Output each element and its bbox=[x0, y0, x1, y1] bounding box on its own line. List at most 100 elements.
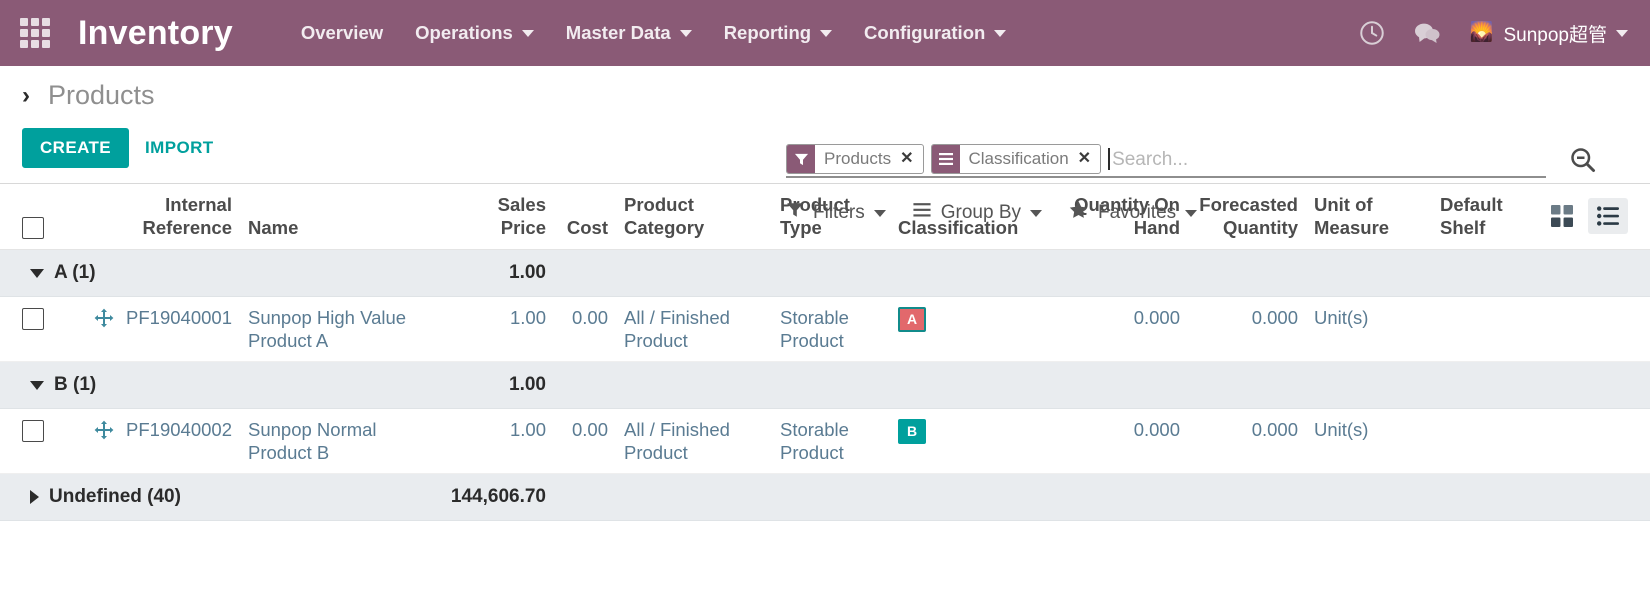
group-cell-classification bbox=[890, 473, 1060, 521]
clock-icon[interactable] bbox=[1358, 19, 1386, 47]
table-row[interactable]: PF19040001 Sunpop High Value Product A 1.0… bbox=[0, 296, 1650, 363]
group-label: B (1) bbox=[54, 374, 97, 396]
group-cell-product-category bbox=[616, 361, 772, 409]
column-header-line2: Category bbox=[624, 216, 705, 238]
cell-product-type[interactable]: Storable Product bbox=[772, 296, 890, 363]
user-name: Sunpop超管 bbox=[1503, 24, 1607, 46]
cell-cost[interactable]: 0.00 bbox=[554, 408, 616, 475]
cell-cost[interactable]: 0.00 bbox=[554, 296, 616, 363]
cell-classification[interactable]: A bbox=[890, 296, 1060, 363]
column-header-line1: Unit of bbox=[1314, 194, 1373, 215]
cell-forecasted-quantity[interactable]: 0.000 bbox=[1188, 408, 1306, 475]
row-select-cell[interactable] bbox=[0, 408, 54, 475]
select-all-checkbox[interactable] bbox=[22, 217, 44, 240]
cell-quantity-on-hand[interactable]: 0.000 bbox=[1060, 408, 1188, 475]
group-header-cell[interactable]: Undefined (40) bbox=[0, 473, 436, 521]
internal-reference-value: PF19040001 bbox=[126, 306, 232, 328]
cell-name[interactable]: Sunpop Normal Product B bbox=[240, 408, 436, 475]
cell-default-shelf[interactable] bbox=[1432, 408, 1650, 475]
group-toggle[interactable]: Undefined (40) bbox=[8, 485, 428, 509]
row-checkbox[interactable] bbox=[22, 307, 44, 330]
list-view-icon[interactable] bbox=[1588, 198, 1628, 234]
group-toggle[interactable]: A (1) bbox=[8, 261, 428, 285]
column-header-line1: Internal bbox=[165, 194, 232, 215]
import-button[interactable]: IMPORT bbox=[129, 128, 230, 168]
main-menu: Overview Operations Master Data Reportin… bbox=[285, 14, 1022, 52]
column-header-internal-reference[interactable]: Internal Reference bbox=[54, 184, 240, 251]
group-cell-unit-of-measure bbox=[1306, 361, 1432, 409]
cell-sales-price[interactable]: 1.00 bbox=[436, 408, 554, 475]
cell-internal-reference[interactable]: PF19040002 bbox=[54, 408, 240, 475]
group-header-cell[interactable]: A (1) bbox=[0, 249, 436, 297]
group-label: Undefined (40) bbox=[49, 486, 181, 508]
chevron-right-icon[interactable]: › bbox=[22, 83, 30, 108]
cell-product-category[interactable]: All / Finished Product bbox=[616, 408, 772, 475]
column-header-sales-price[interactable]: Sales Price bbox=[436, 184, 554, 251]
group-by-menu[interactable]: Group By bbox=[912, 202, 1042, 224]
filter-funnel-icon bbox=[786, 201, 804, 225]
view-switcher bbox=[1542, 198, 1628, 234]
menu-item-label: Overview bbox=[300, 22, 384, 43]
menu-item-configuration[interactable]: Configuration bbox=[848, 14, 1022, 52]
group-cell-product-category bbox=[616, 473, 772, 521]
avatar: 🌄 bbox=[1469, 22, 1494, 43]
group-header-row[interactable]: B (1) 1.00 bbox=[0, 361, 1650, 409]
group-header-row[interactable]: A (1) 1.00 bbox=[0, 249, 1650, 297]
group-header-row[interactable]: Undefined (40) 144,606.70 bbox=[0, 473, 1650, 521]
cell-unit-of-measure[interactable]: Unit(s) bbox=[1306, 408, 1432, 475]
cell-product-type[interactable]: Storable Product bbox=[772, 408, 890, 475]
search-minus-icon[interactable] bbox=[1568, 144, 1598, 176]
table-row[interactable]: PF19040002 Sunpop Normal Product B 1.00 0.0… bbox=[0, 408, 1650, 475]
drag-handle-icon[interactable] bbox=[94, 418, 114, 445]
search-box[interactable]: Products ✕ Classification ✕ bbox=[786, 144, 1595, 178]
column-header-name[interactable]: Name bbox=[240, 184, 436, 251]
column-header-product-category[interactable]: Product Category bbox=[616, 184, 772, 251]
close-icon[interactable]: ✕ bbox=[1078, 151, 1091, 167]
favorites-menu[interactable]: Favorites bbox=[1068, 200, 1198, 226]
column-header-line2: Cost bbox=[566, 216, 608, 238]
cell-quantity-on-hand[interactable]: 0.000 bbox=[1060, 296, 1188, 363]
drag-handle-icon[interactable] bbox=[94, 306, 114, 333]
cell-sales-price[interactable]: 1.00 bbox=[436, 296, 554, 363]
menu-item-overview[interactable]: Overview bbox=[285, 14, 399, 52]
menu-item-operations[interactable]: Operations bbox=[399, 14, 550, 52]
apps-grid-icon[interactable] bbox=[18, 16, 52, 50]
column-header-line2: Reference bbox=[142, 216, 232, 238]
chevron-down-icon bbox=[820, 29, 833, 37]
kanban-grid-icon[interactable] bbox=[1542, 198, 1582, 234]
cell-name[interactable]: Sunpop High Value Product A bbox=[240, 296, 436, 363]
cell-internal-reference[interactable]: PF19040001 bbox=[54, 296, 240, 363]
menu-item-master-data[interactable]: Master Data bbox=[550, 14, 708, 52]
create-button[interactable]: CREATE bbox=[22, 128, 130, 168]
cell-classification[interactable]: B bbox=[890, 408, 1060, 475]
cell-forecasted-quantity[interactable]: 0.000 bbox=[1188, 296, 1306, 363]
row-checkbox[interactable] bbox=[22, 419, 44, 442]
chevron-down-icon bbox=[1030, 209, 1042, 217]
group-toggle[interactable]: B (1) bbox=[8, 373, 428, 397]
filters-menu[interactable]: Filters bbox=[786, 201, 886, 225]
column-header-unit-of-measure[interactable]: Unit of Measure bbox=[1306, 184, 1432, 251]
app-brand-title[interactable]: Inventory bbox=[78, 14, 233, 53]
user-menu[interactable]: 🌄 Sunpop超管 bbox=[1468, 20, 1628, 47]
table-body: A (1) 1.00 PF19040001 Sunpop High Value Pro… bbox=[0, 249, 1650, 521]
close-icon[interactable]: ✕ bbox=[900, 151, 913, 167]
favorites-label: Favorites bbox=[1098, 202, 1177, 223]
search-facet-classification[interactable]: Classification ✕ bbox=[930, 144, 1102, 174]
group-cell-default-shelf bbox=[1432, 473, 1650, 521]
search-input[interactable] bbox=[1108, 146, 1546, 174]
chat-bubbles-icon[interactable] bbox=[1412, 19, 1442, 47]
group-header-cell[interactable]: B (1) bbox=[0, 361, 436, 409]
column-header-cost[interactable]: Cost bbox=[554, 184, 616, 251]
search-facet-products[interactable]: Products ✕ bbox=[786, 144, 924, 174]
chevron-down-icon bbox=[994, 29, 1007, 37]
menu-item-reporting[interactable]: Reporting bbox=[708, 14, 848, 52]
group-by-label: Group By bbox=[940, 202, 1021, 223]
cell-default-shelf[interactable] bbox=[1432, 296, 1650, 363]
cell-product-category[interactable]: All / Finished Product bbox=[616, 296, 772, 363]
group-by-list-icon bbox=[931, 145, 960, 173]
column-header-forecasted-quantity[interactable]: Forecasted Quantity bbox=[1188, 184, 1306, 251]
group-cell-cost bbox=[554, 473, 616, 521]
row-select-cell[interactable] bbox=[0, 296, 54, 363]
column-header-line2: Measure bbox=[1314, 216, 1390, 238]
cell-unit-of-measure[interactable]: Unit(s) bbox=[1306, 296, 1432, 363]
